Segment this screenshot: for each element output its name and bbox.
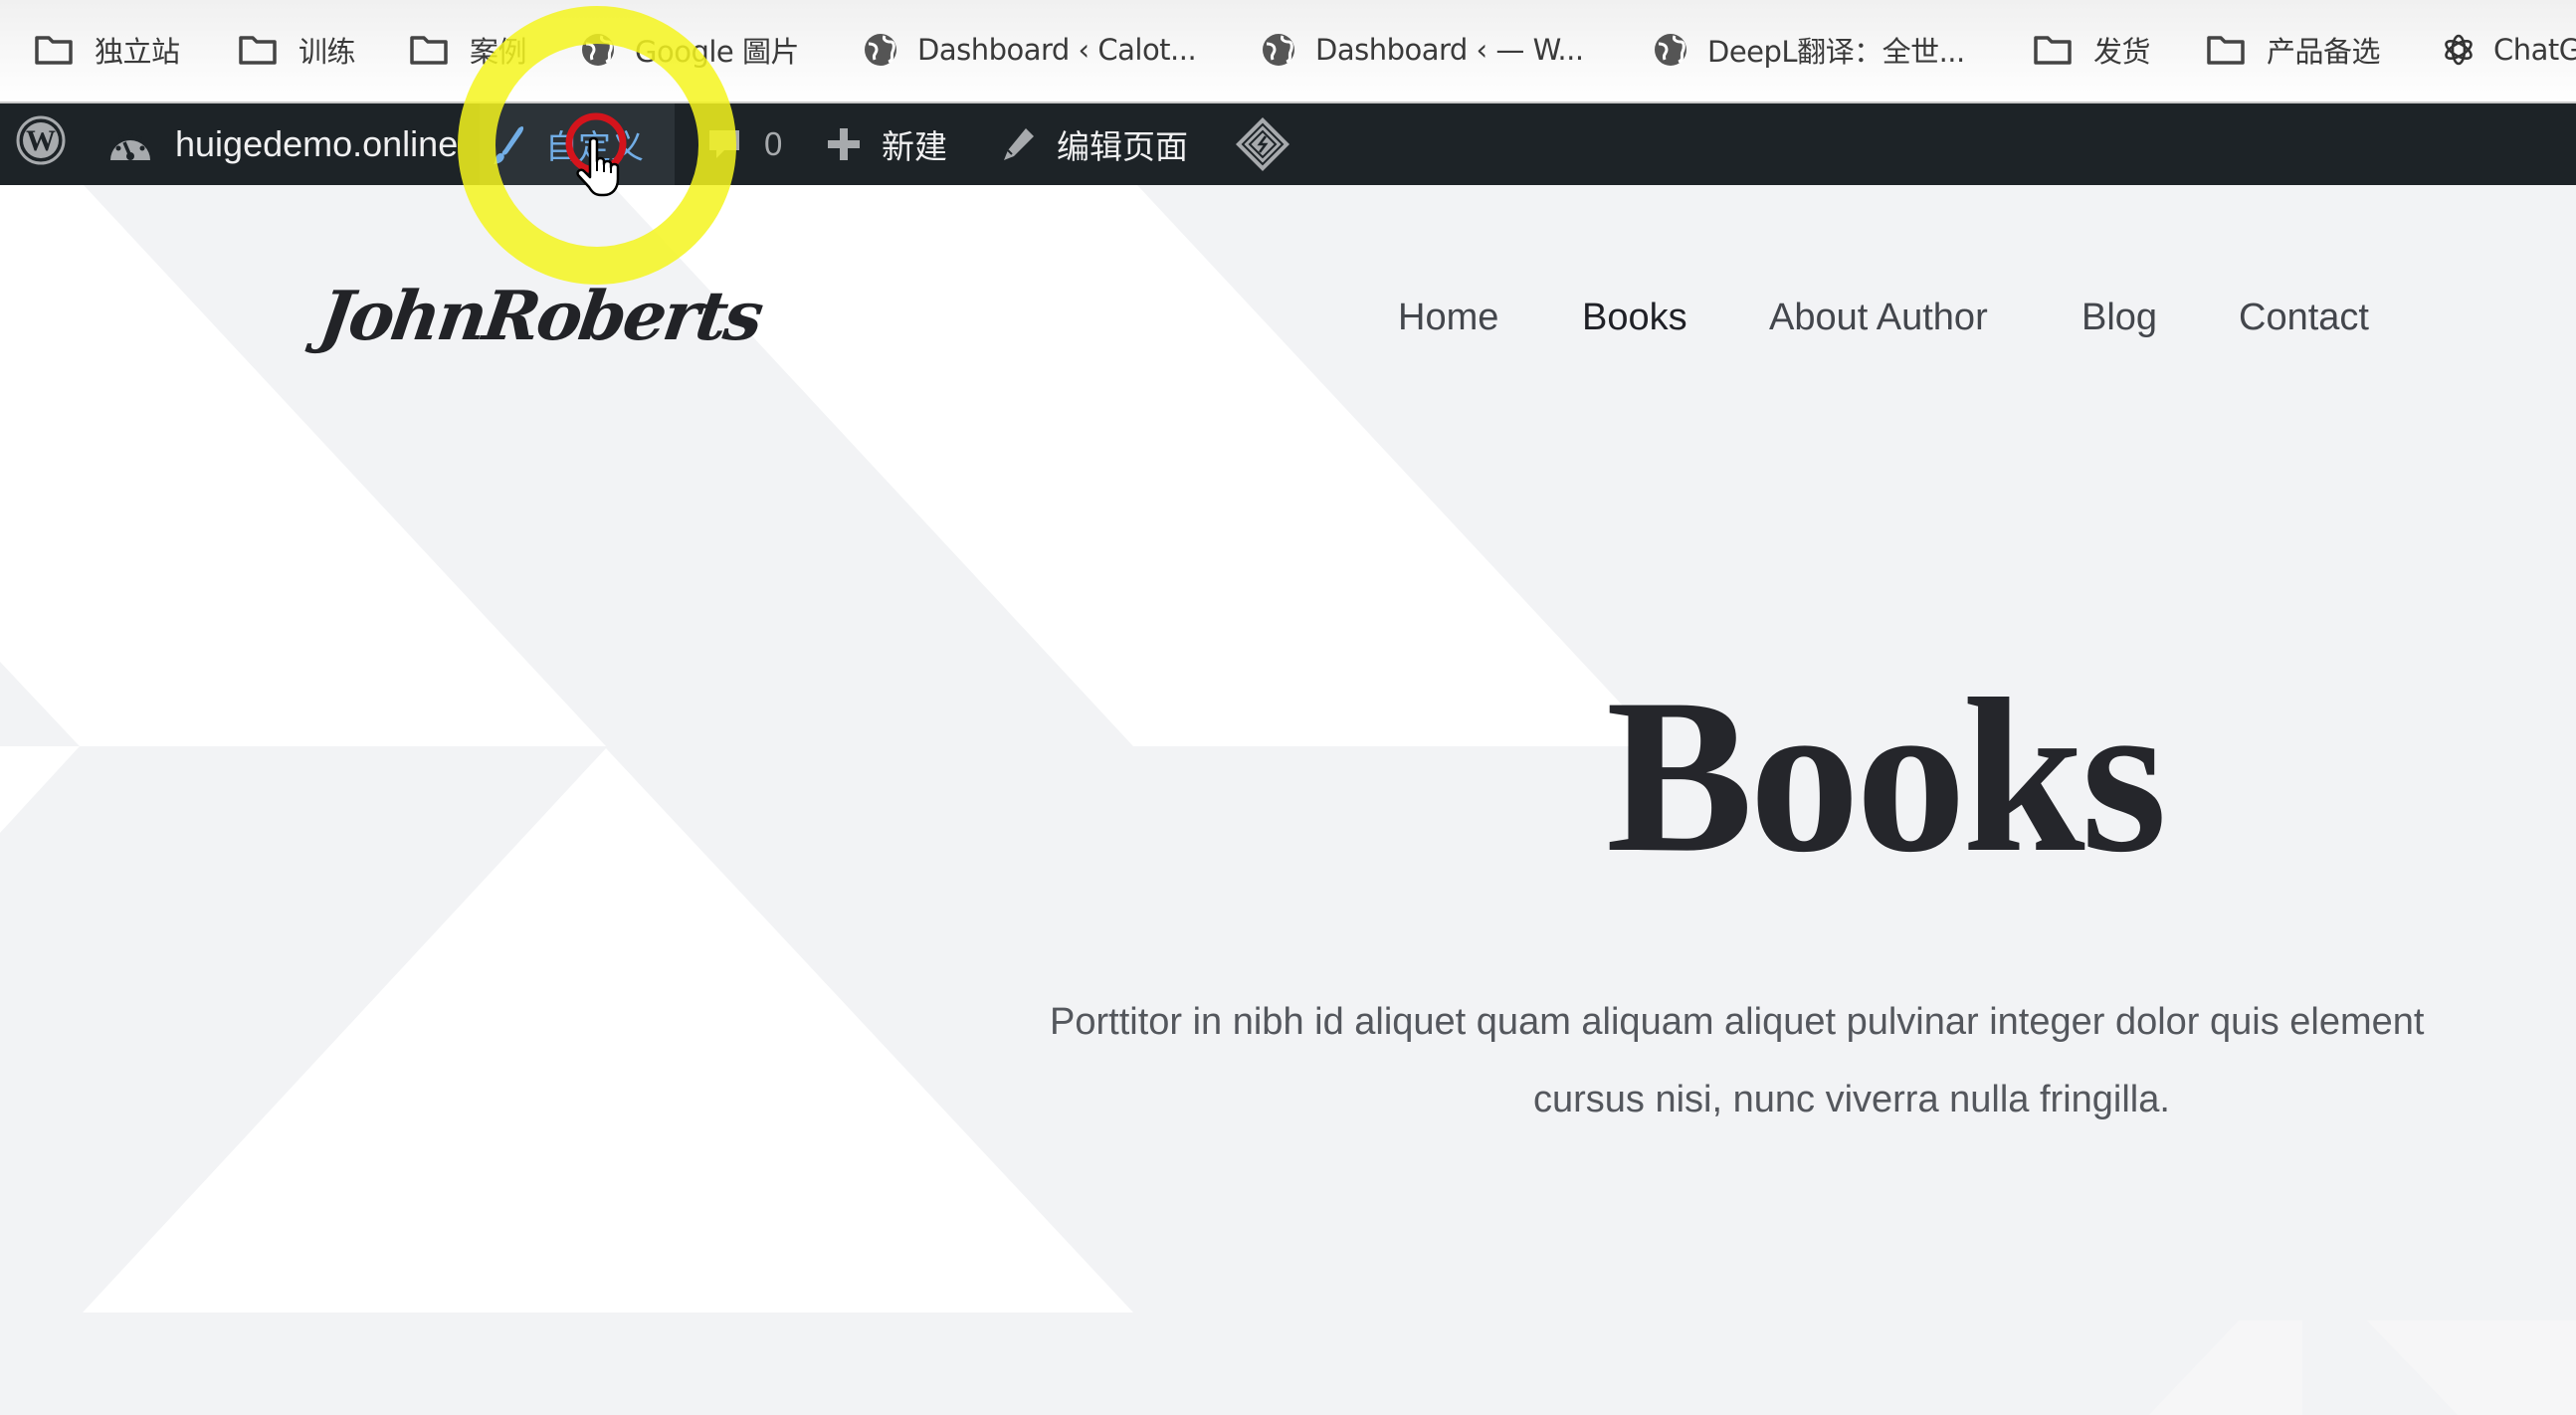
bookmark-label: 发货 [2093,35,2151,69]
bookmark-label: 训练 [298,35,356,69]
plugin-menu[interactable] [1232,103,1293,185]
bookmark-dashboard-w[interactable]: Dashboard ‹ — W... [1258,22,1584,78]
site-logo[interactable]: JohnRoberts [314,277,765,356]
openai-icon [2438,30,2479,70]
bg-shape-left-sliver [0,746,80,833]
bookmark-folder-chanpin[interactable]: 产品备选 [2205,22,2381,78]
hero-description-line-2: cursus nisi, nunc viverra nulla fringill… [1533,1079,2170,1120]
plus-icon [826,126,862,162]
hero-description-line-1: Porttitor in nibh id aliquet quam aliqua… [1050,1001,2425,1043]
bg-shape-bottom-right-1 [2149,1320,2302,1415]
dashboard-gauge-icon [107,124,153,164]
bookmark-label: ChatG [2493,33,2576,67]
nav-contact[interactable]: Contact [2239,297,2369,346]
bookmark-chatgpt[interactable]: ChatG [2438,22,2576,78]
bookmark-label: Dashboard ‹ Calot... [917,33,1197,67]
bookmark-label: 产品备选 [2267,35,2381,69]
bookmark-label: 独立站 [95,35,180,69]
comment-bubble-icon [706,126,742,162]
wp-admin-bar: W huigedemo.online 自定义 0 新建 编辑页面 [0,101,2576,185]
comments-menu[interactable]: 0 [696,103,792,185]
customize-menu[interactable]: 自定义 [480,103,675,185]
bookmark-label: Google 圖片 [635,35,799,69]
pencil-icon [999,125,1037,163]
bookmark-folder-fahuo[interactable]: 发货 [2032,22,2151,78]
nav-books[interactable]: Books [1582,297,1687,346]
site-name-label: huigedemo.online [175,123,459,164]
bookmarks-bar: 独立站 训练 案例 Google 圖片 Dashboard ‹ Calot...… [0,0,2576,101]
bookmark-folder-anli[interactable]: 案例 [408,22,527,78]
new-content-menu[interactable]: 新建 [826,103,947,185]
globe-icon [860,30,901,70]
customize-label: 自定义 [545,127,644,166]
folder-icon [33,30,75,70]
folder-icon [237,30,279,70]
nav-about-author[interactable]: About Author [1769,297,1988,346]
globe-icon [1650,30,1691,70]
folder-icon [408,30,450,70]
bookmark-folder-duli[interactable]: 独立站 [33,22,180,78]
globe-icon [1258,30,1299,70]
globe-icon [577,30,619,70]
paintbrush-icon [492,123,527,165]
svg-text:W: W [26,124,56,157]
edit-page-label: 编辑页面 [1057,127,1188,166]
folder-icon [2205,30,2247,70]
new-label: 新建 [882,127,947,166]
site-name-menu[interactable]: huigedemo.online [107,103,478,185]
nav-home[interactable]: Home [1398,297,1498,346]
page-title: Books [1606,654,2167,899]
bookmark-label: Dashboard ‹ — W... [1315,33,1584,67]
diamond-plugin-icon [1234,115,1291,173]
wp-logo-menu[interactable]: W [8,103,74,185]
bookmark-dashboard-calot[interactable]: Dashboard ‹ Calot... [860,22,1197,78]
bookmark-label: 案例 [470,35,527,69]
bg-shape-bottom-right-2 [2367,1320,2576,1415]
bookmark-deepl[interactable]: DeepL翻译：全世... [1650,22,1965,78]
bookmark-folder-xunlian[interactable]: 训练 [237,22,356,78]
folder-icon [2032,30,2074,70]
wordpress-logo-icon: W [15,114,67,175]
bookmark-label: DeepL翻译：全世... [1707,35,1965,69]
bg-shape-lower-triangle [83,748,1133,1313]
edit-page-menu[interactable]: 编辑页面 [999,103,1188,185]
comments-count: 0 [764,125,783,162]
bookmark-google-images[interactable]: Google 圖片 [577,22,799,78]
nav-blog[interactable]: Blog [2081,297,2157,346]
bg-shape-upper-left [0,185,606,746]
